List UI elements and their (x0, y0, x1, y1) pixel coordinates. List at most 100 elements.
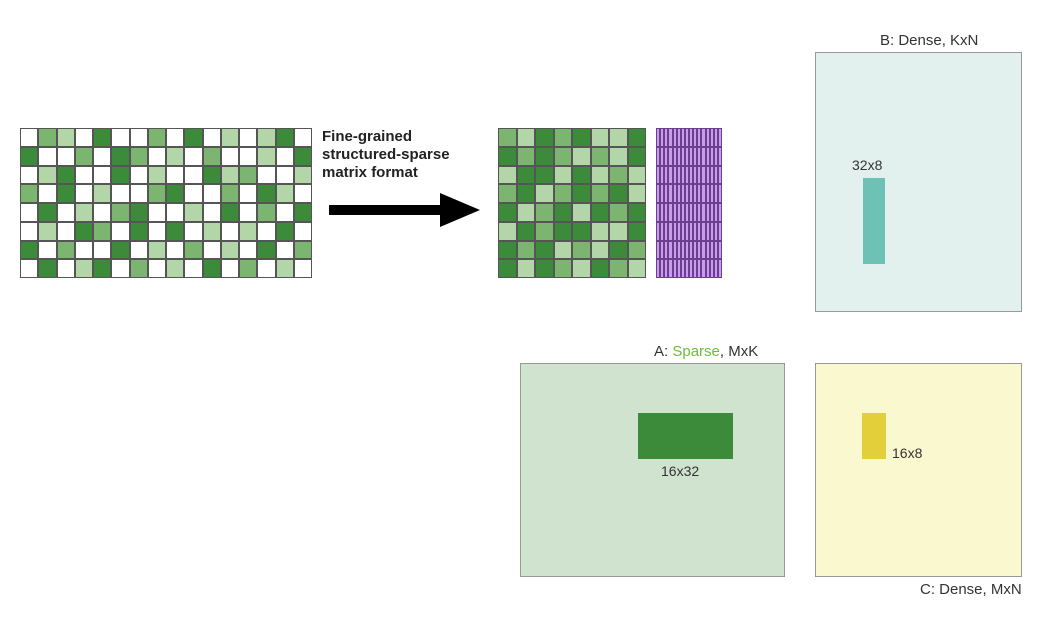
sparse-cell (257, 147, 275, 166)
sparse-cell (184, 166, 202, 185)
sparse-cell (148, 147, 166, 166)
sparse-cell (38, 166, 56, 185)
sparse-cell (203, 166, 221, 185)
sparse-cell (148, 222, 166, 241)
compressed-cell (609, 166, 628, 185)
compressed-cell (628, 259, 647, 278)
sparse-cell (20, 147, 38, 166)
sparse-cell (75, 241, 93, 260)
compressed-cell (591, 259, 610, 278)
sparse-cell (184, 259, 202, 278)
sparse-cell (148, 128, 166, 147)
sparse-cell (20, 222, 38, 241)
compressed-cell (517, 184, 536, 203)
sparse-cell (93, 166, 111, 185)
sparse-cell (93, 222, 111, 241)
compressed-cell (609, 128, 628, 147)
compressed-cell (628, 128, 647, 147)
sparse-cell (184, 203, 202, 222)
compressed-cell (517, 259, 536, 278)
compressed-cell (609, 147, 628, 166)
sparse-cell (111, 241, 129, 260)
sparse-cell (93, 147, 111, 166)
compressed-cell (535, 222, 554, 241)
compressed-cell (591, 203, 610, 222)
sparse-cell (276, 203, 294, 222)
sparse-cell (148, 259, 166, 278)
index-metadata-grid (656, 128, 722, 278)
matrix-c-box (815, 363, 1022, 577)
compressed-cell (498, 184, 517, 203)
compressed-cell (572, 241, 591, 260)
sparse-cell (20, 241, 38, 260)
sparse-cell (184, 147, 202, 166)
sparse-cell (20, 166, 38, 185)
compressed-cell (498, 259, 517, 278)
sparse-cell (130, 184, 148, 203)
compressed-cell (535, 166, 554, 185)
compressed-cell (554, 128, 573, 147)
sparse-cell (221, 222, 239, 241)
compressed-cell (498, 147, 517, 166)
compressed-cell (609, 222, 628, 241)
sparse-cell (166, 147, 184, 166)
sparse-cell (257, 203, 275, 222)
sparse-cell (203, 222, 221, 241)
sparse-cell (38, 203, 56, 222)
sparse-cell (239, 222, 257, 241)
sparse-cell (93, 184, 111, 203)
sparse-cell (57, 222, 75, 241)
sparse-cell (239, 166, 257, 185)
compressed-cell (535, 147, 554, 166)
matrix-a-box (520, 363, 785, 577)
index-cell (718, 222, 722, 241)
sparse-cell (20, 259, 38, 278)
sparse-cell (221, 241, 239, 260)
sparse-cell (130, 147, 148, 166)
compressed-cell (628, 241, 647, 260)
sparse-cell (276, 128, 294, 147)
compressed-cell (535, 203, 554, 222)
compressed-cell (628, 147, 647, 166)
transform-caption: Fine-grained structured-sparse matrix fo… (322, 128, 450, 182)
sparse-cell (203, 259, 221, 278)
index-cell (718, 203, 722, 222)
compressed-cell (517, 166, 536, 185)
sparse-cell (111, 184, 129, 203)
compressed-values-grid (498, 128, 646, 278)
sparse-cell (130, 259, 148, 278)
sparse-cell (75, 222, 93, 241)
sparse-cell (221, 147, 239, 166)
sparse-cell (221, 128, 239, 147)
sparse-cell (184, 128, 202, 147)
compressed-cell (535, 241, 554, 260)
sparse-cell (38, 184, 56, 203)
sparse-cell (38, 128, 56, 147)
compressed-cell (572, 128, 591, 147)
arrow-icon (325, 185, 485, 235)
sparse-cell (239, 128, 257, 147)
compressed-cell (628, 184, 647, 203)
compressed-cell (609, 259, 628, 278)
compressed-cell (628, 166, 647, 185)
sparse-cell (166, 128, 184, 147)
matrix-a-label: A: Sparse, MxK (654, 343, 758, 360)
sparse-matrix-grid (20, 128, 312, 278)
compressed-cell (572, 166, 591, 185)
sparse-cell (111, 203, 129, 222)
sparse-cell (276, 241, 294, 260)
compressed-cell (572, 222, 591, 241)
sparse-cell (20, 128, 38, 147)
sparse-cell (294, 128, 312, 147)
sparse-cell (20, 184, 38, 203)
sparse-cell (294, 147, 312, 166)
sparse-cell (257, 222, 275, 241)
index-cell (718, 241, 722, 260)
sparse-cell (57, 184, 75, 203)
sparse-cell (148, 166, 166, 185)
sparse-cell (257, 166, 275, 185)
sparse-cell (276, 222, 294, 241)
compressed-cell (609, 184, 628, 203)
sparse-cell (239, 241, 257, 260)
compressed-cell (554, 203, 573, 222)
